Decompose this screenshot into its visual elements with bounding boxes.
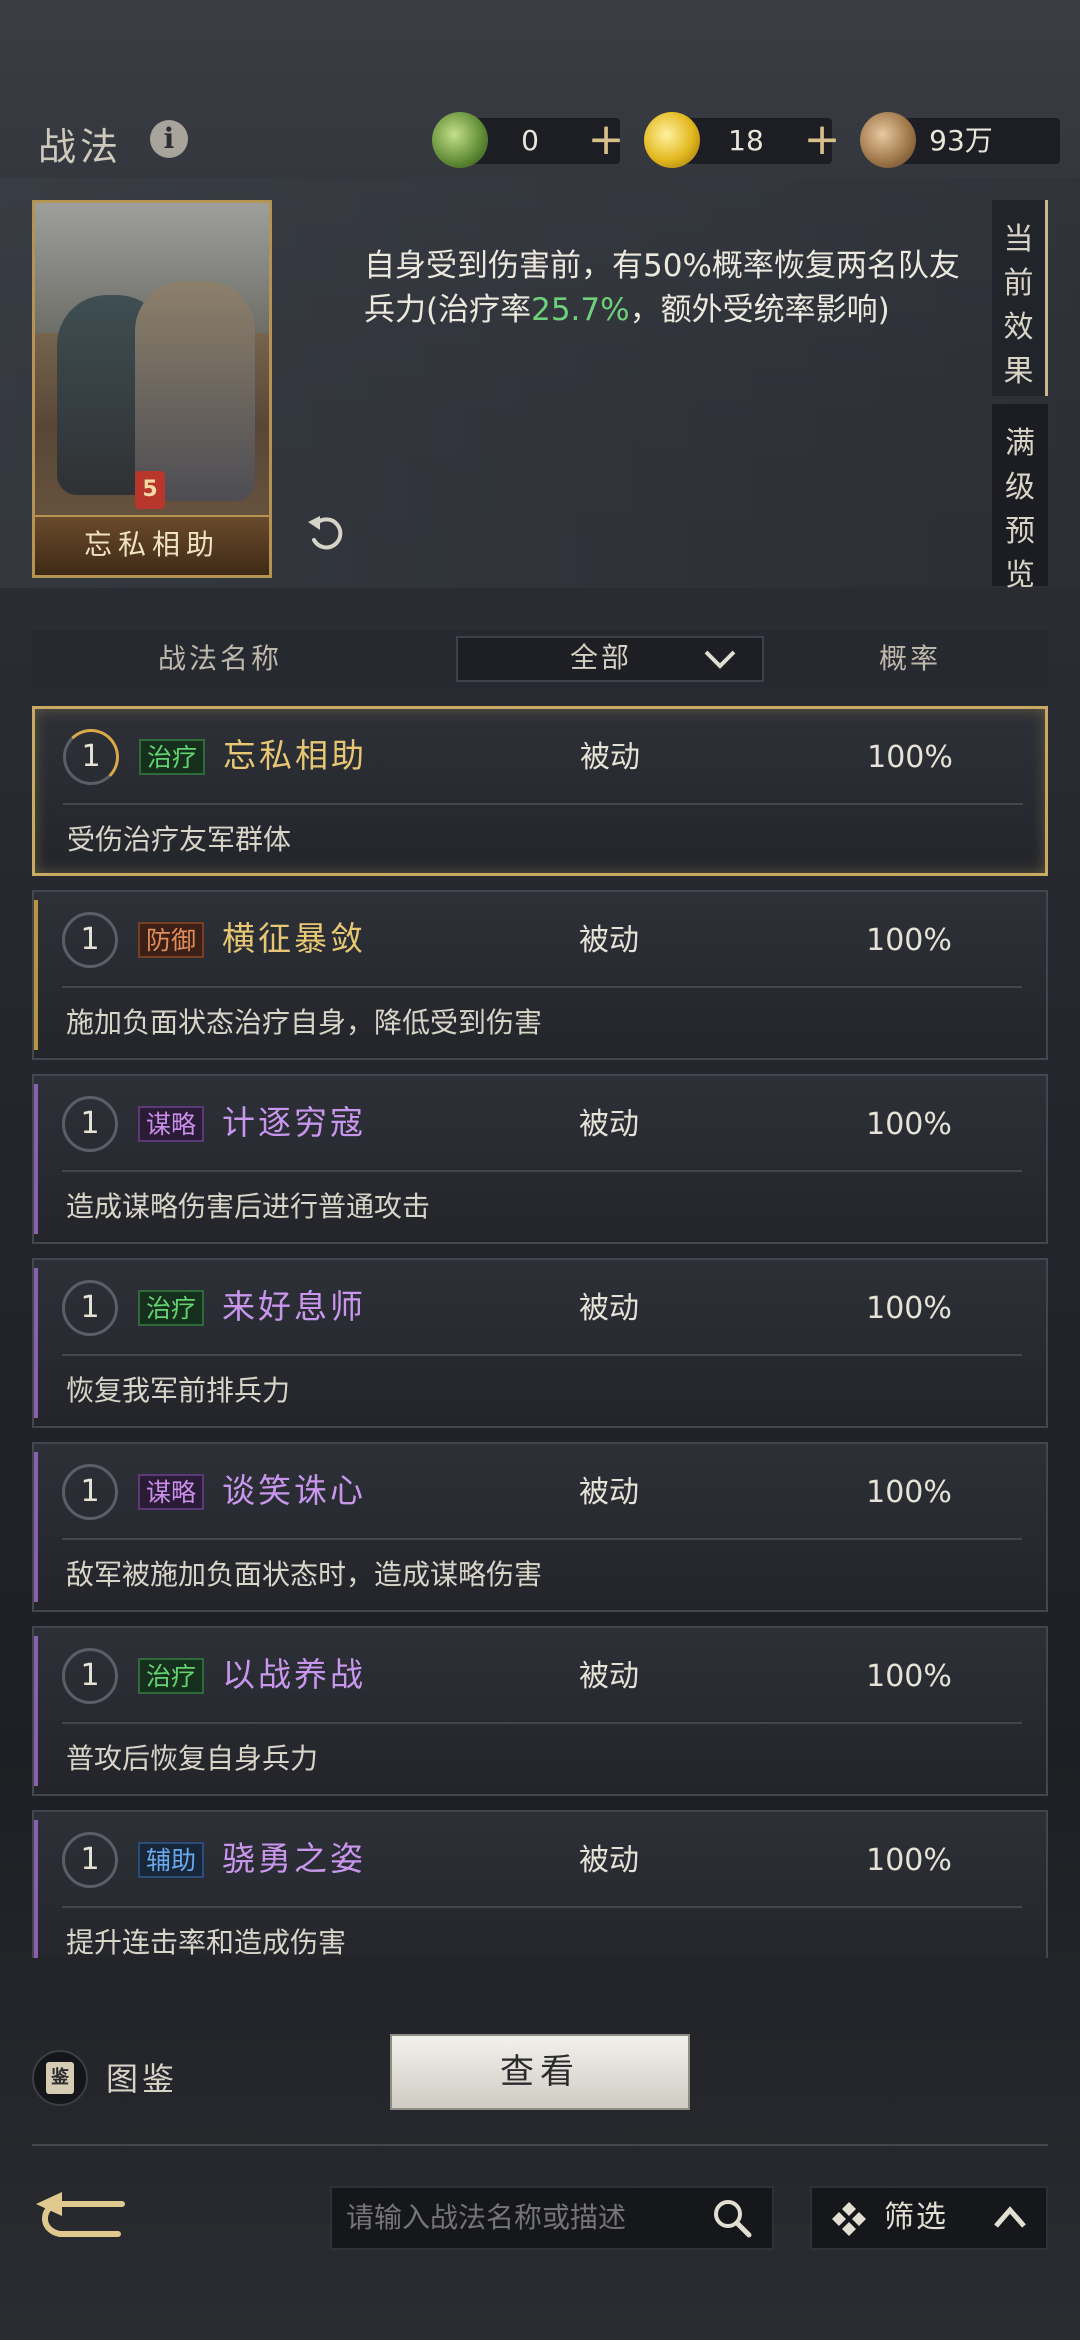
chevron-up-icon[interactable] (990, 2200, 1030, 2236)
codex-book-icon[interactable]: 鉴 (46, 2062, 74, 2094)
tab-max-preview[interactable]: 满级预览 (992, 404, 1048, 593)
skill-rate: 100% (866, 923, 952, 958)
skill-level-badge: 1 (62, 912, 118, 968)
resource-jade-value: 0 (521, 124, 539, 157)
skill-rate: 100% (867, 740, 953, 775)
skill-type: 被动 (579, 1843, 639, 1878)
skill-type: 被动 (579, 923, 639, 958)
row-divider (62, 1538, 1022, 1540)
skill-row[interactable]: 1 治疗 来好息师 被动 100% 恢复我军前排兵力 (32, 1258, 1048, 1428)
skill-rate: 100% (866, 1107, 952, 1142)
filter-diamond-icon (832, 2202, 866, 2236)
skill-level-badge: 1 (63, 729, 119, 785)
skill-level-badge: 1 (62, 1464, 118, 1520)
skill-tag: 治疗 (138, 1658, 205, 1694)
reset-icon[interactable] (302, 510, 350, 558)
skill-rate: 100% (866, 1475, 952, 1510)
card-rank-emblem: 5 (135, 471, 165, 509)
search-icon[interactable] (710, 2196, 754, 2240)
gold-coin-icon (644, 112, 700, 168)
skill-tag: 辅助 (138, 1842, 205, 1878)
row-divider (62, 986, 1022, 988)
skill-tag: 谋略 (138, 1474, 205, 1510)
skill-name: 来好息师 (222, 1287, 366, 1326)
search-input[interactable] (346, 2186, 686, 2250)
row-quality-accent (34, 1268, 38, 1418)
chevron-down-icon[interactable] (700, 644, 740, 674)
view-button[interactable]: 查看 (390, 2034, 690, 2110)
card-name: 忘私相助 (35, 515, 269, 575)
skill-summary: 施加负面状态治疗自身，降低受到伤害 (66, 1006, 543, 1039)
resource-copper-value: 93万 (929, 124, 993, 157)
skill-row[interactable]: 1 治疗 忘私相助 被动 100% 受伤治疗友军群体 (32, 706, 1048, 876)
skill-level-badge: 1 (62, 1832, 118, 1888)
skill-description-tail: ，额外受统率影响) (629, 292, 890, 328)
jade-coin-icon (432, 112, 488, 168)
skill-summary: 造成谋略伤害后进行普通攻击 (66, 1190, 431, 1223)
page-title: 战法 (38, 125, 123, 169)
skill-type: 被动 (579, 1107, 639, 1142)
skill-rate: 100% (866, 1843, 952, 1878)
skill-summary: 提升连击率和造成伤害 (66, 1926, 347, 1958)
skill-level-badge: 1 (62, 1096, 118, 1152)
skill-summary: 恢复我军前排兵力 (66, 1374, 291, 1407)
row-divider (62, 1722, 1022, 1724)
skill-type: 被动 (580, 740, 640, 775)
skill-row[interactable]: 1 防御 横征暴敛 被动 100% 施加负面状态治疗自身，降低受到伤害 (32, 890, 1048, 1060)
column-header-name: 战法名称 (157, 642, 282, 675)
skill-summary: 普攻后恢复自身兵力 (66, 1742, 319, 1775)
skill-rate: 100% (866, 1291, 952, 1326)
row-quality-accent (34, 900, 38, 1050)
skill-description: 自身受到伤害前，有50%概率恢复两名队友兵力(治疗率25.7%，额外受统率影响) (364, 244, 964, 332)
row-divider (62, 1354, 1022, 1356)
skill-rate: 100% (866, 1659, 952, 1694)
skill-summary: 敌军被施加负面状态时，造成谋略伤害 (66, 1558, 543, 1591)
tab-max-preview-label: 满级预览 (1005, 426, 1035, 593)
skill-type: 被动 (579, 1475, 639, 1510)
copper-coin-icon (860, 112, 916, 168)
skill-row[interactable]: 1 谋略 计逐穷寇 被动 100% 造成谋略伤害后进行普通攻击 (32, 1074, 1048, 1244)
skill-name: 谈笑诛心 (222, 1471, 366, 1510)
row-quality-accent (34, 1820, 38, 1958)
skill-level-badge: 1 (62, 1280, 118, 1336)
row-quality-accent (34, 1452, 38, 1602)
skill-tag: 治疗 (139, 739, 206, 775)
info-icon[interactable]: i (150, 120, 188, 158)
skill-row[interactable]: 1 辅助 骁勇之姿 被动 100% 提升连击率和造成伤害 (32, 1810, 1048, 1958)
row-quality-accent (34, 1084, 38, 1234)
skill-tag: 治疗 (138, 1290, 205, 1326)
skill-tag: 防御 (138, 922, 205, 958)
skill-name: 横征暴敛 (222, 919, 366, 958)
list-clip: 1 辅助 骁勇之姿 被动 100% 提升连击率和造成伤害 (32, 1810, 1048, 1958)
skill-name: 忘私相助 (223, 736, 367, 775)
row-divider (63, 803, 1023, 805)
tab-current-effect[interactable]: 当前效果 (992, 200, 1048, 396)
skill-tag: 谋略 (138, 1106, 205, 1142)
add-gold-button[interactable]: + (802, 112, 842, 168)
tab-current-effect-label: 当前效果 (1003, 222, 1034, 389)
skill-name: 以战养战 (222, 1655, 366, 1694)
card-art-figure-right (135, 281, 255, 501)
skill-type: 被动 (579, 1659, 639, 1694)
bottom-divider (32, 2144, 1048, 2146)
skill-card[interactable]: 5 忘私相助 (32, 200, 272, 578)
add-jade-button[interactable]: + (586, 112, 626, 168)
skill-name: 计逐穷寇 (222, 1103, 366, 1142)
skill-type: 被动 (579, 1291, 639, 1326)
filter-label[interactable]: 筛选 (884, 2186, 948, 2250)
resource-gold-value: 18 (728, 124, 764, 157)
skill-row[interactable]: 1 谋略 谈笑诛心 被动 100% 敌军被施加负面状态时，造成谋略伤害 (32, 1442, 1048, 1612)
heal-rate-highlight: 25.7% (531, 292, 630, 328)
row-divider (62, 1906, 1022, 1908)
skill-level-badge: 1 (62, 1648, 118, 1704)
row-quality-accent (34, 1636, 38, 1786)
codex-label[interactable]: 图鉴 (106, 2054, 178, 2104)
skill-row[interactable]: 1 治疗 以战养战 被动 100% 普攻后恢复自身兵力 (32, 1626, 1048, 1796)
back-arrow-icon[interactable] (30, 2190, 130, 2246)
column-header-rate: 概率 (878, 642, 941, 675)
skill-summary: 受伤治疗友军群体 (67, 823, 292, 856)
skill-name: 骁勇之姿 (222, 1839, 366, 1878)
row-divider (62, 1170, 1022, 1172)
